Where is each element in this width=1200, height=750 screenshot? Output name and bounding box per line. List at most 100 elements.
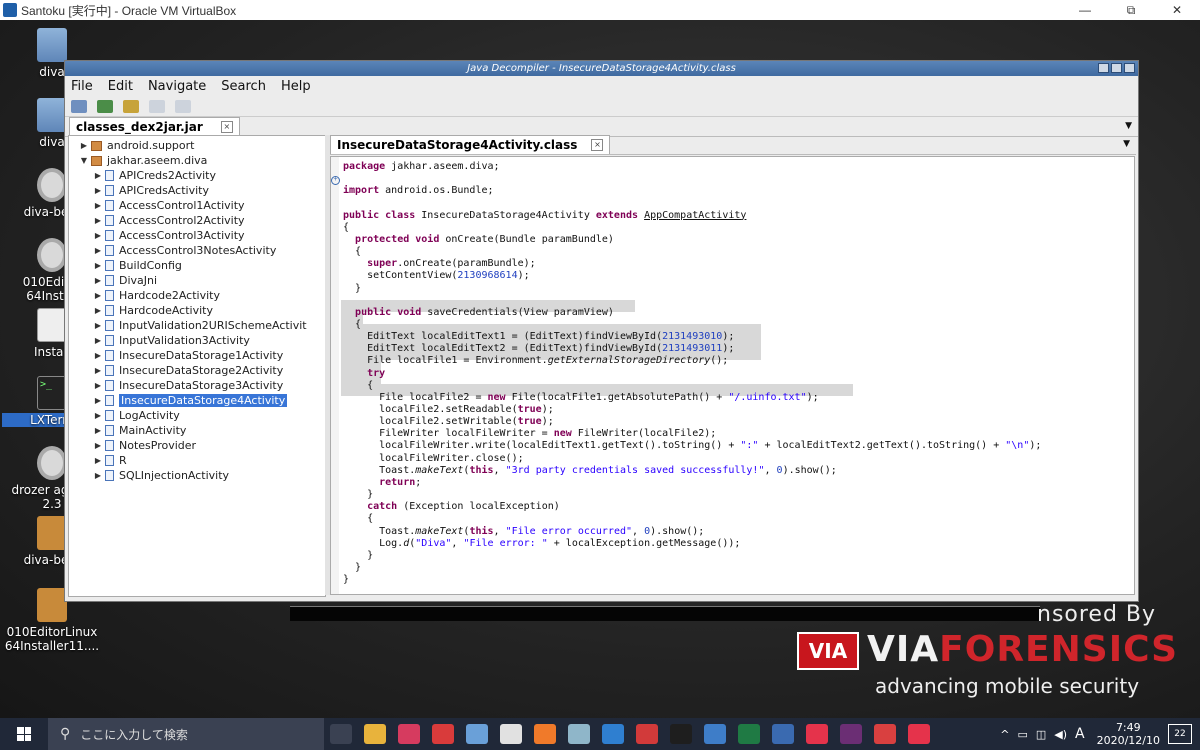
expand-arrow-icon[interactable]: ▶: [91, 216, 105, 225]
explorer-icon[interactable]: [364, 724, 386, 744]
tree-item[interactable]: ▶ R: [69, 453, 325, 468]
jd-window-buttons: [1098, 63, 1135, 73]
expand-arrow-icon[interactable]: ▶: [91, 351, 105, 360]
start-button[interactable]: [0, 718, 48, 750]
tree-item[interactable]: ▶ HardcodeActivity: [69, 303, 325, 318]
tree-item[interactable]: ▶ Hardcode2Activity: [69, 288, 325, 303]
tab-classes-jar[interactable]: classes_dex2jar.jar ×: [69, 117, 240, 136]
expand-arrow-icon[interactable]: ▶: [91, 426, 105, 435]
expand-arrow-icon[interactable]: ▶: [91, 321, 105, 330]
tree-item[interactable]: ▶ APICredsActivity: [69, 183, 325, 198]
tree-item[interactable]: ▶ android.support: [69, 138, 325, 153]
tree-item[interactable]: ▶ LogActivity: [69, 408, 325, 423]
menu-item-navigate[interactable]: Navigate: [148, 79, 206, 94]
expand-arrow-icon[interactable]: ▶: [91, 396, 105, 405]
tab-insecure-data-storage4[interactable]: InsecureDataStorage4Activity.class ×: [330, 135, 611, 154]
volume-icon[interactable]: ◀): [1054, 728, 1067, 741]
expand-arrow-icon[interactable]: ▶: [91, 366, 105, 375]
code-view[interactable]: + package jakhar.aseem.diva; import andro…: [330, 156, 1135, 595]
app-blue2-icon[interactable]: [602, 724, 624, 744]
jd-minimize-button[interactable]: [1098, 63, 1109, 73]
open-file-icon[interactable]: [71, 99, 87, 113]
notification-center-icon[interactable]: 22: [1168, 724, 1192, 744]
menu-item-help[interactable]: Help: [281, 79, 311, 94]
expand-arrow-icon[interactable]: ▶: [91, 201, 105, 210]
firefox-icon[interactable]: [534, 724, 556, 744]
jd-maximize-button[interactable]: [1111, 63, 1122, 73]
tree-item[interactable]: ▶ MainActivity: [69, 423, 325, 438]
expand-arrow-icon[interactable]: ▶: [77, 141, 91, 150]
expand-arrow-icon[interactable]: ▶: [91, 276, 105, 285]
tree-item[interactable]: ▶ AccessControl2Activity: [69, 213, 325, 228]
fold-expand-icon[interactable]: +: [331, 176, 340, 185]
tree-item[interactable]: ▶ DivaJni: [69, 273, 325, 288]
taskbar-search[interactable]: ⚲ ここに入力して検索: [48, 718, 324, 750]
task-view-icon[interactable]: [330, 724, 352, 744]
app-oo2-icon[interactable]: [908, 724, 930, 744]
search-icon[interactable]: [123, 99, 139, 113]
app-blue-icon[interactable]: [466, 724, 488, 744]
close-tab-icon[interactable]: ×: [220, 121, 233, 133]
app-book-icon[interactable]: [568, 724, 590, 744]
tab-list-dropdown-icon[interactable]: ▼: [1125, 121, 1132, 131]
expand-arrow-icon[interactable]: ▶: [91, 471, 105, 480]
chrome-icon[interactable]: [500, 724, 522, 744]
expand-arrow-icon[interactable]: ▶: [91, 441, 105, 450]
expand-arrow-icon[interactable]: ▶: [91, 186, 105, 195]
minimize-button[interactable]: —: [1062, 0, 1108, 20]
menu-item-file[interactable]: File: [71, 79, 93, 94]
expand-arrow-icon[interactable]: ▶: [91, 456, 105, 465]
photos-icon[interactable]: [704, 724, 726, 744]
back-arrow-icon[interactable]: [149, 99, 165, 113]
slack-icon[interactable]: [840, 724, 862, 744]
expand-arrow-icon[interactable]: ▶: [91, 261, 105, 270]
expand-arrow-icon[interactable]: ▶: [91, 306, 105, 315]
ime-indicator[interactable]: A: [1075, 726, 1085, 742]
expand-arrow-icon[interactable]: ▶: [91, 336, 105, 345]
tree-item[interactable]: ▶ InsecureDataStorage3Activity: [69, 378, 325, 393]
battery-icon[interactable]: ▭: [1017, 728, 1027, 741]
chevron-up-icon[interactable]: ^: [1000, 728, 1009, 741]
expand-arrow-icon[interactable]: ▶: [91, 381, 105, 390]
tree-item[interactable]: ▶ InsecureDataStorage4Activity: [69, 393, 325, 408]
app-red2-icon[interactable]: [636, 724, 658, 744]
network-icon[interactable]: ◫: [1036, 728, 1046, 741]
tree-item[interactable]: ▶ APICreds2Activity: [69, 168, 325, 183]
terminal-icon[interactable]: [670, 724, 692, 744]
expand-arrow-icon[interactable]: ▶: [91, 291, 105, 300]
tree-item[interactable]: ▶ SQLInjectionActivity: [69, 468, 325, 483]
app-oo-icon[interactable]: [806, 724, 828, 744]
menu-item-edit[interactable]: Edit: [108, 79, 133, 94]
tree-item[interactable]: ▶ InsecureDataStorage1Activity: [69, 348, 325, 363]
tree-item[interactable]: ▶ InputValidation2URISchemeActivit: [69, 318, 325, 333]
app-chrome2-icon[interactable]: [874, 724, 896, 744]
class-file-icon: [105, 455, 114, 466]
expand-arrow-icon[interactable]: ▶: [91, 231, 105, 240]
expand-arrow-icon[interactable]: ▶: [91, 246, 105, 255]
tree-item[interactable]: ▶ AccessControl1Activity: [69, 198, 325, 213]
close-button[interactable]: ✕: [1154, 0, 1200, 20]
tree-item[interactable]: ▶ InsecureDataStorage2Activity: [69, 363, 325, 378]
expand-arrow-icon[interactable]: ▶: [91, 171, 105, 180]
forward-arrow-icon[interactable]: [175, 99, 191, 113]
app-sync-icon[interactable]: [432, 724, 454, 744]
tree-item[interactable]: ▶ InputValidation3Activity: [69, 333, 325, 348]
windows-logo-icon: [17, 727, 31, 741]
menu-item-search[interactable]: Search: [221, 79, 266, 94]
app-red-icon[interactable]: [398, 724, 420, 744]
restore-button[interactable]: ⧉: [1108, 0, 1154, 20]
excel-icon[interactable]: [738, 724, 760, 744]
tree-item[interactable]: ▼ jakhar.aseem.diva: [69, 153, 325, 168]
tree-item[interactable]: ▶ BuildConfig: [69, 258, 325, 273]
tree-item[interactable]: ▶ AccessControl3Activity: [69, 228, 325, 243]
open-type-icon[interactable]: [97, 99, 113, 113]
expand-arrow-icon[interactable]: ▶: [91, 411, 105, 420]
tree-item[interactable]: ▶ NotesProvider: [69, 438, 325, 453]
tree-item[interactable]: ▶ AccessControl3NotesActivity: [69, 243, 325, 258]
close-tab-icon[interactable]: ×: [591, 139, 604, 151]
virtualbox-icon[interactable]: [772, 724, 794, 744]
editor-tab-dropdown-icon[interactable]: ▼: [1123, 139, 1130, 149]
collapse-arrow-icon[interactable]: ▼: [77, 156, 91, 165]
jd-close-button[interactable]: [1124, 63, 1135, 73]
clock[interactable]: 7:49 2020/12/10: [1097, 721, 1160, 747]
